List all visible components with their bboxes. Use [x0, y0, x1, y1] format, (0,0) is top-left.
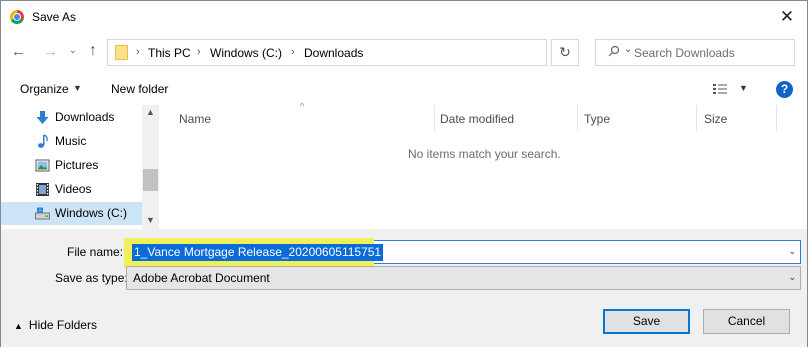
file-name-selected-text[interactable]: 1_Vance Mortgage Release_20200605115751 — [132, 244, 384, 261]
scroll-down-icon[interactable]: ▼ — [146, 215, 155, 225]
save-form-panel: File name: 1_Vance Mortgage Release_2020… — [1, 229, 807, 347]
drive-icon — [35, 207, 50, 220]
sort-ascending-icon: ^ — [300, 101, 305, 111]
pictures-icon — [35, 159, 50, 172]
music-icon — [38, 134, 48, 148]
folder-icon — [115, 45, 128, 60]
save-as-type-value: Adobe Acrobat Document — [133, 271, 270, 285]
new-folder-button[interactable]: New folder — [111, 82, 168, 96]
help-icon[interactable]: ? — [776, 81, 793, 98]
breadcrumb-separator-icon[interactable]: › — [291, 46, 295, 58]
breadcrumb-windows-c[interactable]: Windows (C:) — [210, 46, 282, 60]
column-header-size[interactable]: Size — [704, 112, 727, 130]
sidebar-item-windows-c[interactable]: Windows (C:) — [1, 202, 142, 225]
command-toolbar: Organize ▼ New folder ▼ ? — [1, 73, 807, 105]
close-icon[interactable]: ✕ — [775, 5, 799, 29]
column-header-name[interactable]: Name — [179, 112, 211, 130]
empty-state-message: No items match your search. — [408, 147, 561, 161]
sidebar-item-music[interactable]: Music — [1, 130, 142, 153]
column-divider[interactable] — [577, 105, 578, 131]
sidebar-item-label: Downloads — [55, 110, 115, 124]
window-title: Save As — [32, 10, 77, 24]
column-divider[interactable] — [776, 105, 777, 131]
breadcrumb-this-pc[interactable]: This PC — [148, 46, 191, 60]
column-divider[interactable] — [434, 105, 435, 131]
view-caret-icon[interactable]: ▼ — [739, 83, 748, 93]
cancel-button[interactable]: Cancel — [703, 309, 790, 334]
hide-folders-label: Hide Folders — [28, 318, 97, 332]
save-as-dialog: Save As ✕ ← → ⌄ ↑ › This PC › Windows (C… — [0, 0, 808, 347]
breadcrumb-downloads[interactable]: Downloads — [304, 46, 363, 60]
save-as-type-dropdown-icon[interactable]: ⌄ — [788, 272, 796, 283]
scroll-up-icon[interactable]: ▲ — [146, 107, 155, 117]
view-options-icon[interactable] — [713, 83, 729, 95]
sidebar-item-label: Music — [55, 134, 87, 148]
breadcrumb-separator-icon[interactable]: › — [136, 46, 140, 58]
sidebar-item-label: Pictures — [55, 158, 99, 172]
column-header-type[interactable]: Type — [584, 112, 610, 130]
breadcrumb-separator-icon[interactable]: › — [197, 46, 201, 58]
sidebar-item-pictures[interactable]: Pictures — [1, 154, 142, 177]
save-as-type-select[interactable]: Adobe Acrobat Document ⌄ — [126, 266, 801, 290]
chrome-icon — [10, 10, 24, 24]
recent-locations-chevron-icon[interactable]: ⌄ — [69, 45, 77, 56]
save-as-type-label: Save as type: — [55, 271, 128, 285]
scrollbar-thumb[interactable] — [143, 169, 158, 191]
hide-folders-button[interactable]: ▲ Hide Folders — [14, 318, 97, 332]
address-bar[interactable]: › This PC › Windows (C:) › Downloads ⌄ — [107, 39, 632, 66]
file-name-dropdown-icon[interactable]: ⌄ — [788, 246, 796, 257]
sidebar-item-downloads[interactable]: Downloads — [1, 106, 142, 129]
organize-button[interactable]: Organize — [20, 82, 69, 96]
download-icon — [36, 111, 49, 124]
navigation-bar: ← → ⌄ ↑ › This PC › Windows (C:) › Downl… — [1, 33, 807, 73]
navigation-pane: Downloads Music Pictures Videos Windows … — [1, 105, 159, 229]
videos-icon — [36, 183, 49, 196]
refresh-icon[interactable]: ↻ — [551, 39, 579, 66]
file-name-field[interactable]: 1_Vance Mortgage Release_20200605115751 … — [124, 238, 801, 268]
search-icon — [608, 45, 620, 57]
search-placeholder: Search Downloads — [634, 46, 735, 60]
up-arrow-icon[interactable]: ↑ — [89, 42, 97, 60]
organize-caret-icon[interactable]: ▼ — [73, 83, 82, 93]
file-name-label: File name: — [67, 245, 124, 259]
search-input[interactable]: Search Downloads — [595, 39, 795, 66]
sidebar-item-label: Windows (C:) — [55, 206, 128, 220]
back-arrow-icon[interactable]: ← — [11, 43, 26, 60]
forward-arrow-icon[interactable]: → — [43, 43, 58, 60]
sidebar-item-label: Videos — [55, 182, 92, 196]
column-header-date-modified[interactable]: Date modified — [440, 112, 514, 130]
title-bar: Save As ✕ — [1, 1, 807, 33]
sidebar-item-videos[interactable]: Videos — [1, 178, 142, 201]
chevron-up-icon: ▲ — [14, 321, 23, 331]
file-list: ^ Name Date modified Type Size No items … — [160, 101, 807, 229]
save-button[interactable]: Save — [603, 309, 690, 334]
column-divider[interactable] — [696, 105, 697, 131]
sidebar-scrollbar[interactable]: ▲ ▼ — [142, 105, 159, 229]
